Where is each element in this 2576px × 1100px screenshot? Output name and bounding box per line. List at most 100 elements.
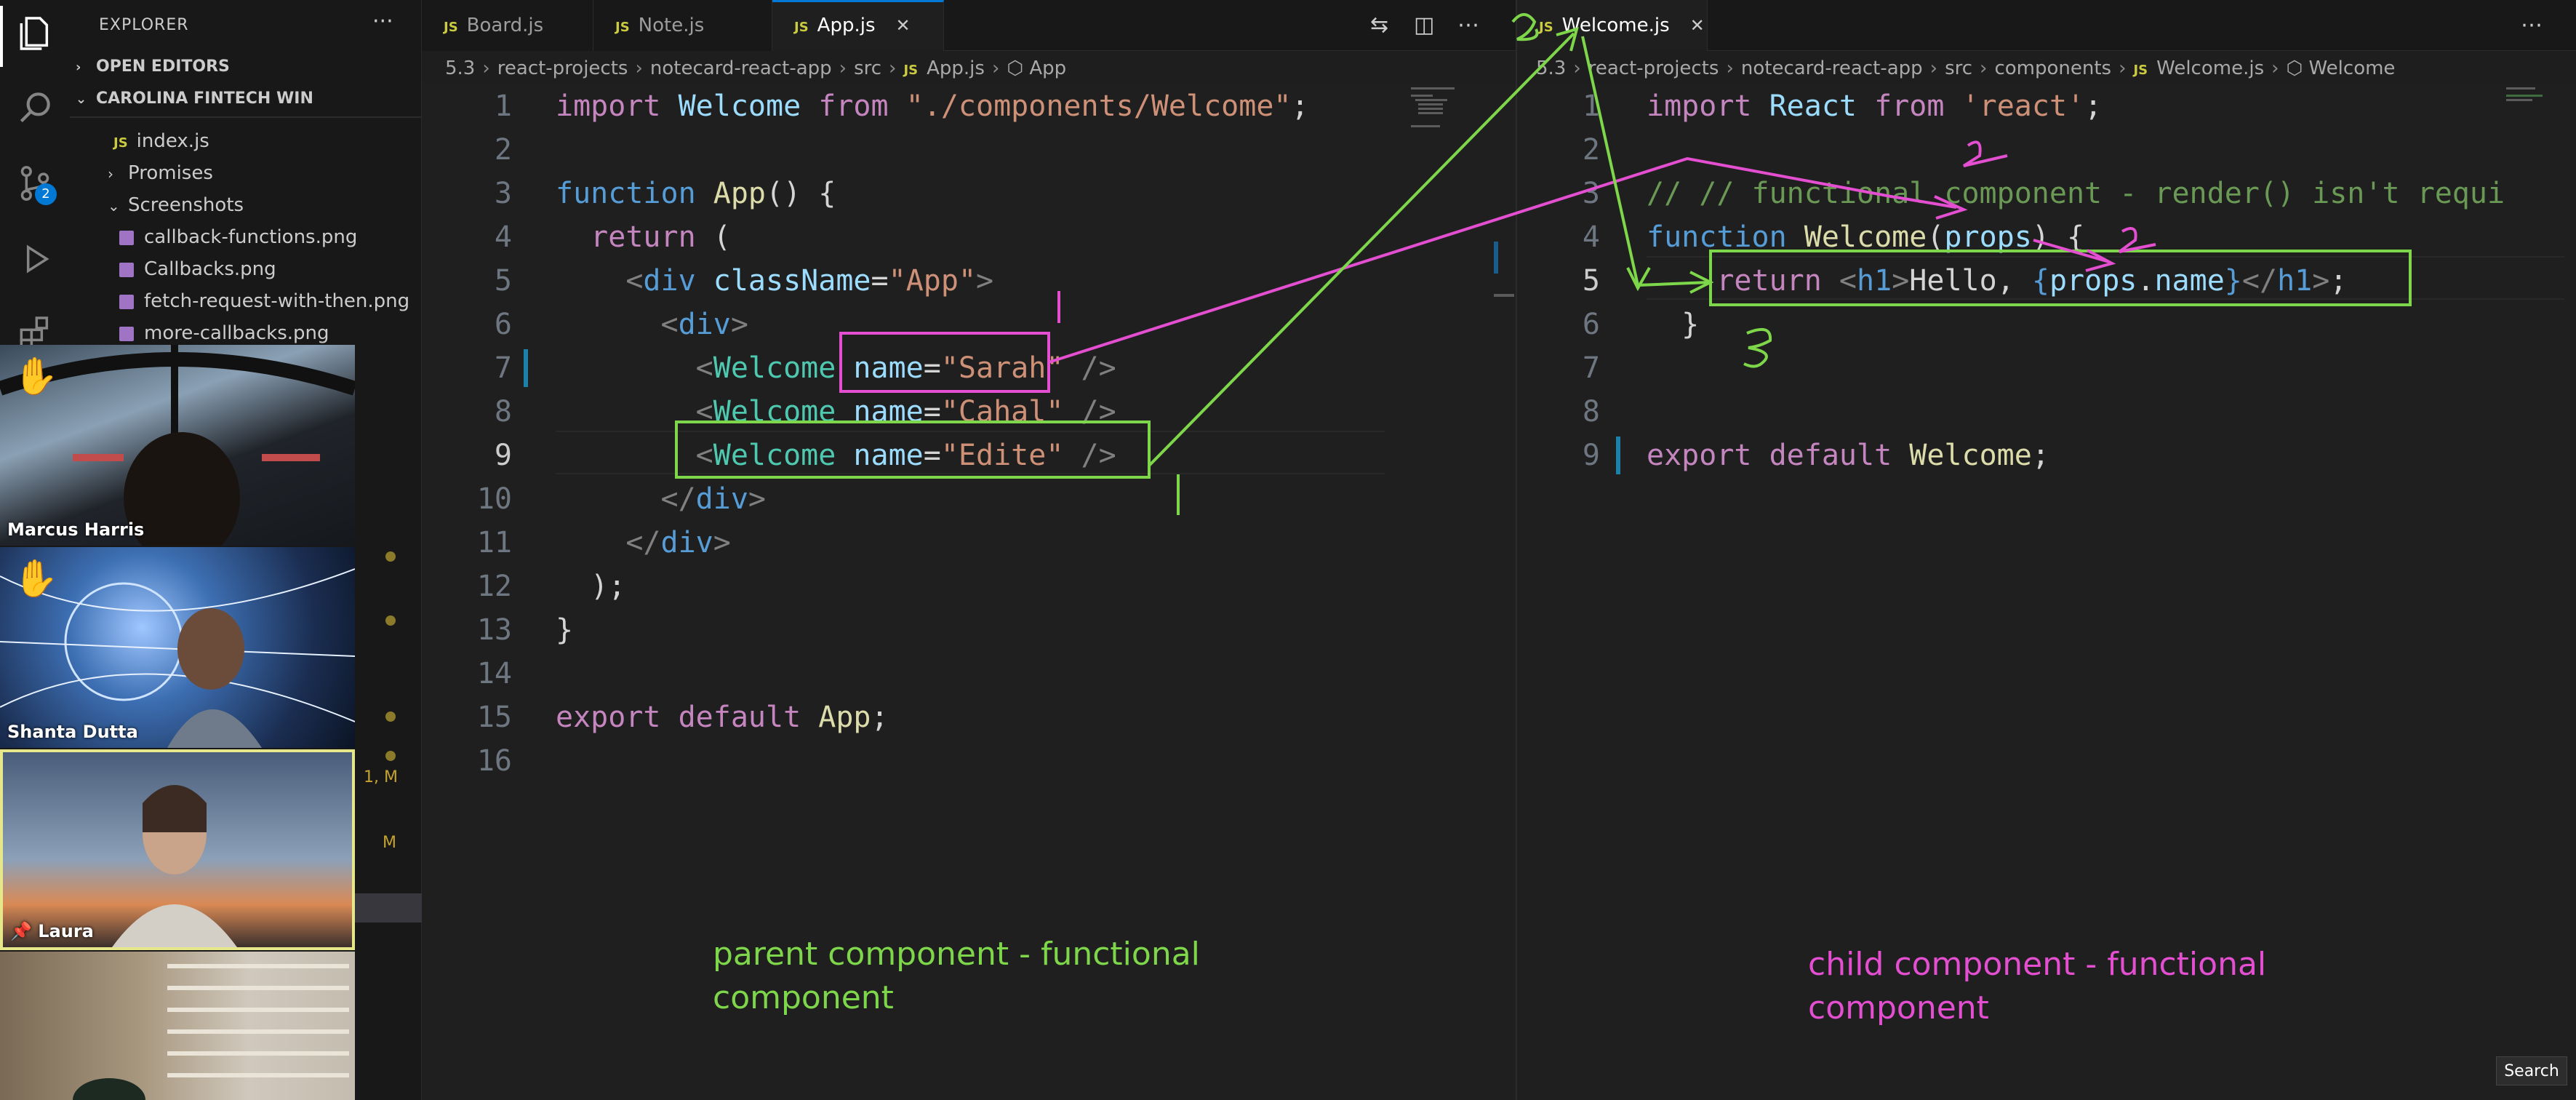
git-modified-marker — [1616, 437, 1620, 474]
code-line: import React from 'react'; — [1647, 89, 2103, 123]
split-editor-icon[interactable]: ◫ — [1414, 0, 1434, 51]
modified-dot — [385, 615, 396, 626]
tab-welcome-js[interactable]: JS Welcome.js ✕ — [1517, 0, 1708, 51]
line-number: 4 — [1582, 220, 1600, 254]
workspace-label: CAROLINA FINTECH WIN — [96, 89, 313, 108]
active-indicator — [0, 6, 3, 67]
code-line: <Welcome name="Sarah" /> — [695, 351, 1116, 385]
search-icon[interactable] — [15, 87, 55, 128]
participant-name-pinned: 📌 Laura — [10, 921, 94, 941]
line-number: 15 — [476, 701, 512, 734]
image-file-icon — [119, 262, 134, 277]
tab-app-js[interactable]: JS App.js ✕ — [772, 0, 944, 51]
chevron-right-icon: › — [1573, 57, 1581, 79]
line-number: 12 — [476, 570, 512, 603]
scm-badge: 2 — [35, 183, 57, 205]
file-item-index-js[interactable]: JS index.js — [113, 127, 209, 156]
file-item-png[interactable]: callback-functions.png — [119, 223, 357, 252]
js-file-icon: JS — [615, 20, 630, 35]
chevron-right-icon: › — [839, 57, 847, 79]
folder-item-screenshots[interactable]: ⌄ Screenshots — [108, 191, 244, 220]
participant-video[interactable] — [0, 952, 355, 1100]
minimap[interactable] — [2506, 84, 2564, 128]
breadcrumb-item[interactable]: src — [854, 57, 881, 79]
line-number: 3 — [494, 177, 512, 210]
participant-video[interactable]: ✋ Shanta Dutta — [0, 547, 355, 748]
files-icon[interactable] — [15, 13, 55, 54]
participant-name: Shanta Dutta — [7, 722, 138, 742]
code-line: } — [1647, 308, 1700, 341]
minimap[interactable] — [1411, 84, 1484, 143]
more-icon[interactable]: ⋯ — [1457, 0, 1479, 51]
tab-note-js[interactable]: JS Note.js — [593, 0, 772, 51]
file-label: fetch-request-with-then.png — [144, 290, 410, 312]
breadcrumb-item[interactable]: 5.3 — [1536, 57, 1566, 79]
scrollbar-marker — [1494, 294, 1514, 297]
participant-video[interactable]: ✋ Marcus Harris — [0, 345, 355, 546]
symbol-icon: ⬡ — [2286, 57, 2309, 79]
tab-label: Board.js — [466, 15, 544, 36]
breadcrumb-item[interactable]: Welcome.js — [2156, 57, 2264, 79]
js-file-icon: JS — [2133, 63, 2148, 78]
close-icon[interactable]: ✕ — [896, 15, 911, 36]
workspace-section[interactable]: ⌄ CAROLINA FINTECH WIN — [76, 84, 313, 113]
file-item-png[interactable]: fetch-request-with-then.png — [119, 287, 409, 316]
open-editors-section[interactable]: › OPEN EDITORS — [76, 52, 230, 81]
tab-label: Note.js — [638, 15, 705, 36]
line-number: 3 — [1582, 177, 1600, 210]
participant-video-active[interactable]: 📌 Laura — [0, 749, 355, 950]
line-number: 14 — [476, 657, 512, 690]
line-number: 5 — [1582, 264, 1600, 298]
chevron-right-icon: › — [1929, 57, 1938, 79]
modified-dot — [385, 712, 396, 722]
image-file-icon — [119, 294, 134, 309]
more-icon[interactable]: ⋯ — [2521, 0, 2543, 51]
line-number: 7 — [494, 351, 512, 385]
git-status-marker: M — [383, 834, 396, 852]
code-line: </div> — [660, 482, 767, 516]
tab-board-js[interactable]: JS Board.js — [422, 0, 593, 51]
line-number: 9 — [494, 439, 512, 472]
child-component-note: child component - functional component — [1808, 946, 2267, 1027]
modified-dot — [385, 751, 396, 761]
scrollbar-marker — [1494, 242, 1498, 274]
git-status-marker: 1, M — [364, 768, 398, 786]
line-number: 2 — [1582, 133, 1600, 167]
breadcrumb-item[interactable]: App.js — [927, 57, 985, 79]
code-line: function Welcome(props) { — [1647, 220, 2085, 254]
chevron-right-icon: › — [482, 57, 490, 79]
chevron-down-icon: ⌄ — [76, 92, 87, 107]
breadcrumb-item[interactable]: Welcome — [2309, 57, 2396, 79]
line-number: 11 — [476, 526, 512, 559]
search-button[interactable]: Search — [2496, 1056, 2567, 1085]
file-label: callback-functions.png — [144, 226, 358, 248]
breadcrumb-item[interactable]: notecard-react-app — [1741, 57, 1923, 79]
more-actions-button[interactable]: ··· — [372, 9, 393, 34]
file-item-png[interactable]: more-callbacks.png — [119, 319, 329, 348]
line-number: 6 — [1582, 308, 1600, 341]
js-file-icon: JS — [113, 135, 128, 151]
folder-label: Screenshots — [128, 194, 244, 216]
breadcrumb-item[interactable]: 5.3 — [445, 57, 475, 79]
breadcrumb-item[interactable]: components — [1994, 57, 2111, 79]
line-number: 2 — [494, 133, 512, 167]
breadcrumb-item[interactable]: src — [1945, 57, 1972, 79]
breadcrumb-item[interactable]: App — [1029, 57, 1066, 79]
selected-row-highlight — [352, 893, 422, 922]
compare-changes-icon[interactable]: ⇆ — [1370, 0, 1388, 51]
line-number: 16 — [476, 744, 512, 778]
video-background — [112, 785, 237, 947]
run-debug-icon[interactable] — [15, 239, 55, 279]
line-number: 1 — [1582, 89, 1600, 123]
image-file-icon — [119, 230, 134, 245]
chevron-right-icon: › — [889, 57, 897, 79]
breadcrumb-item[interactable]: notecard-react-app — [650, 57, 832, 79]
file-item-png[interactable]: Callbacks.png — [119, 255, 276, 284]
tab-label: App.js — [817, 15, 876, 36]
breadcrumb-item[interactable]: react-projects — [1588, 57, 1719, 79]
close-icon[interactable]: ✕ — [1690, 15, 1705, 36]
folder-item-promises[interactable]: › Promises — [108, 159, 213, 188]
breadcrumb-item[interactable]: react-projects — [497, 57, 628, 79]
line-number: 10 — [476, 482, 512, 516]
explorer-title: EXPLORER — [99, 16, 189, 34]
